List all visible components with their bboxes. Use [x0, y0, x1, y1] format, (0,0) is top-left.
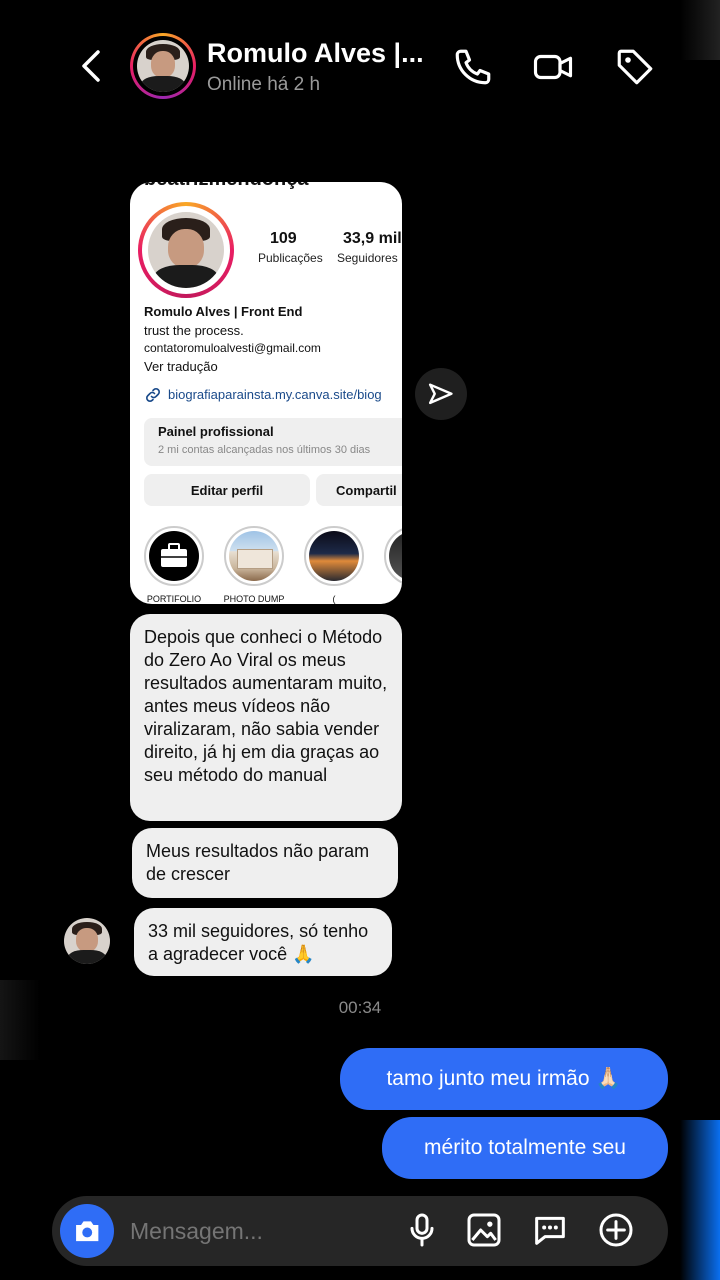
- followers-count: 33,9 mil: [343, 230, 402, 247]
- panel-title: Painel profissional: [158, 424, 274, 439]
- highlight-label: PORTIFOLIO: [146, 594, 202, 604]
- profile-display-name: Romulo Alves | Front End: [144, 304, 303, 319]
- sender-avatar[interactable]: [64, 918, 110, 964]
- outgoing-message[interactable]: mérito totalmente seu: [382, 1117, 668, 1179]
- highlight-sunset: [304, 526, 364, 586]
- incoming-message[interactable]: 33 mil seguidores, só tenho a agradecer …: [134, 908, 392, 976]
- camera-button[interactable]: [60, 1204, 114, 1258]
- incoming-message[interactable]: Depois que conheci o Método do Zero Ao V…: [130, 614, 402, 821]
- profile-username: beatrizmendonça: [144, 182, 308, 191]
- gallery-icon[interactable]: [464, 1210, 504, 1250]
- profile-link: biografiaparainsta.my.canva.site/biog: [168, 387, 382, 402]
- contact-status: Online há 2 h: [207, 74, 321, 95]
- link-icon: [146, 388, 160, 402]
- briefcase-icon: [161, 543, 187, 567]
- posts-label: Publicações: [258, 251, 323, 265]
- highlight-portfolio: [144, 526, 204, 586]
- professional-panel: Painel profissional 2 mi contas alcançad…: [144, 418, 402, 466]
- right-edge-blue-blur: [680, 1120, 720, 1280]
- forward-button[interactable]: [415, 368, 467, 420]
- profile-bio: trust the process.: [144, 323, 244, 338]
- panel-subtitle: 2 mi contas alcançadas nos últimos 30 di…: [158, 444, 371, 456]
- back-icon[interactable]: [74, 48, 110, 84]
- highlight-label: (: [332, 594, 336, 604]
- camera-icon: [76, 1221, 99, 1242]
- incoming-message[interactable]: Meus resultados não param de crescer: [132, 828, 398, 898]
- video-call-icon[interactable]: [532, 46, 574, 88]
- outgoing-message[interactable]: tamo junto meu irmão 🙏🏻: [340, 1048, 668, 1110]
- left-edge-blur: [0, 980, 40, 1060]
- highlight-label: PHOTO DUMP: [223, 594, 285, 604]
- profile-email: contatoromuloalvesti@gmail.com: [144, 341, 321, 355]
- sticker-icon[interactable]: [530, 1210, 570, 1250]
- message-input[interactable]: [130, 1218, 380, 1245]
- tag-icon[interactable]: [614, 46, 656, 88]
- translate-link: Ver tradução: [144, 359, 218, 374]
- contact-avatar[interactable]: [130, 33, 196, 99]
- contact-name[interactable]: Romulo Alves |...: [207, 38, 424, 69]
- highlight-photo-dump: [224, 526, 284, 586]
- right-edge-blur: [680, 0, 720, 60]
- highlight-dark: [384, 526, 402, 586]
- followers-label: Seguidores: [337, 251, 398, 265]
- posts-count: 109: [270, 230, 297, 247]
- phone-icon[interactable]: [452, 46, 494, 88]
- shared-profile-card[interactable]: beatrizmendonça 109 Publicações 33,9 mil…: [130, 182, 402, 604]
- plus-icon[interactable]: [596, 1210, 636, 1250]
- profile-picture: [138, 202, 234, 298]
- microphone-icon[interactable]: [402, 1210, 442, 1250]
- share-profile-button: Compartil: [316, 474, 402, 506]
- send-icon: [428, 383, 453, 405]
- message-timestamp: 00:34: [338, 998, 382, 1017]
- edit-profile-button: Editar perfil: [144, 474, 310, 506]
